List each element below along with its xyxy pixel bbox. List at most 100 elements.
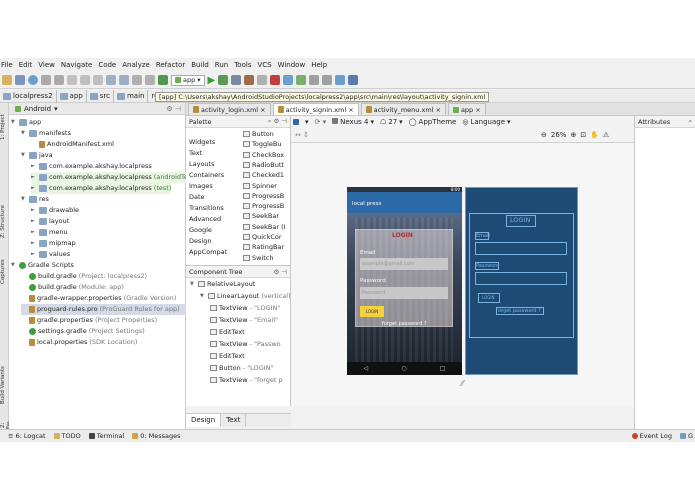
palette-category[interactable]: Layouts [189, 160, 214, 168]
resize-handle-icon[interactable]: ⁄⁄ [461, 379, 464, 388]
messages-tool-button[interactable]: 0: Messages [132, 432, 181, 440]
component-tree-node[interactable]: TextView - "LOGIN" [210, 304, 280, 312]
palette-item[interactable]: RadioButt [243, 161, 291, 169]
replace-icon[interactable] [119, 75, 129, 85]
tree-item[interactable]: ► values [31, 249, 70, 260]
captures-tool-button[interactable]: Captures [0, 253, 9, 291]
close-icon[interactable]: × [475, 106, 480, 114]
menu-refactor[interactable]: Refactor [156, 61, 185, 69]
menu-code[interactable]: Code [98, 61, 116, 69]
search-icon[interactable]: ⌕ [688, 117, 692, 126]
pan-arrows-icon[interactable]: ↔ ↕ [295, 131, 309, 139]
forgot-password-link[interactable]: forget password ? [382, 321, 427, 327]
menu-navigate[interactable]: Navigate [61, 61, 92, 69]
chevron-right-icon[interactable]: ► [31, 183, 37, 194]
undo-icon[interactable] [41, 75, 51, 85]
component-tree-node[interactable]: Button - "LOGIN" [210, 364, 274, 372]
tree-item[interactable]: ► com.example.akshay.localpress (androidTe… [31, 172, 197, 183]
palette-category[interactable]: Google [189, 226, 212, 234]
palette-item[interactable]: Button [243, 130, 291, 138]
redo-icon[interactable] [54, 75, 64, 85]
tab-activity-menu[interactable]: activity_menu.xml × [360, 103, 446, 115]
component-tree-node[interactable]: ▼ RelativeLayout [190, 280, 255, 288]
back-nav-icon[interactable]: ◁ [364, 365, 369, 372]
palette-item[interactable]: Checked1 [243, 171, 291, 179]
device-monitor-icon[interactable] [335, 75, 346, 85]
email-input[interactable]: example@gmail.com [360, 258, 448, 270]
component-tree-node[interactable]: ▼ LinearLayout (vertical) [200, 292, 291, 300]
menu-window[interactable]: Window [278, 61, 306, 69]
breadcrumb-src[interactable]: src [87, 89, 114, 103]
build-variants-tool-button[interactable]: Build Variants [0, 358, 9, 413]
tree-item[interactable]: ▼ res [21, 194, 49, 205]
tree-item[interactable]: ► drawable [31, 205, 79, 216]
menu-view[interactable]: View [38, 61, 55, 69]
tree-item[interactable]: ▼ manifests [21, 128, 71, 139]
login-button[interactable]: LOGIN [360, 306, 384, 317]
breadcrumb-project[interactable]: localpress2 [0, 89, 57, 103]
back-icon[interactable] [132, 75, 142, 85]
tree-item[interactable]: ▼ app [11, 117, 41, 128]
run-config-dropdown[interactable]: app ▾ [171, 74, 205, 86]
design-canvas[interactable]: 8:00 local press LOGIN Email example@gma… [291, 143, 634, 406]
run-icon[interactable]: ▶ [208, 75, 216, 86]
palette-item[interactable]: QuickCor [243, 233, 291, 241]
tree-item[interactable]: gradle.properties (Project Properties) [21, 315, 157, 326]
todo-tool-button[interactable]: TODO [53, 432, 81, 440]
palette-item[interactable]: ProgressB [243, 202, 291, 210]
palette-category[interactable]: Text [189, 149, 202, 157]
stop-icon[interactable] [270, 75, 281, 85]
layers-icon[interactable] [293, 119, 299, 125]
chevron-right-icon[interactable]: ► [31, 238, 37, 249]
password-input[interactable]: Password [360, 287, 448, 299]
orientation-icon[interactable]: ⟳ ▾ [315, 118, 327, 126]
tree-item[interactable]: ► com.example.akshay.localpress [31, 161, 152, 172]
tree-item[interactable]: AndroidManifest.xml [31, 139, 114, 150]
tree-item[interactable]: settings.gradle (Project Settings) [21, 326, 145, 337]
chevron-down-icon[interactable]: ▼ [200, 293, 206, 299]
forward-icon[interactable] [145, 75, 155, 85]
palette-category[interactable]: Design [189, 237, 211, 245]
gradle-console-button[interactable]: G [679, 432, 693, 440]
tab-design[interactable]: Design [186, 414, 222, 427]
structure-tool-button[interactable]: Z: Structure [0, 199, 9, 244]
palette-category[interactable]: Transitions [189, 204, 224, 212]
chevron-right-icon[interactable]: ► [31, 227, 37, 238]
help-icon[interactable] [348, 75, 359, 85]
tree-item[interactable]: proguard-rules.pro (ProGuard Rules for ap… [21, 304, 186, 315]
chevron-right-icon[interactable]: ► [31, 205, 37, 216]
sync-icon[interactable] [28, 75, 38, 85]
terminal-tool-button[interactable]: Terminal [88, 432, 124, 440]
component-tree-node[interactable]: EditText [210, 328, 245, 336]
palette-item[interactable]: Spinner [243, 182, 291, 190]
tree-item[interactable]: ► layout [31, 216, 69, 227]
api-selector[interactable]: ☖ 27 ▾ [380, 118, 403, 126]
tree-item[interactable]: gradle-wrapper.properties (Gradle Version… [21, 293, 176, 304]
menu-build[interactable]: Build [191, 61, 209, 69]
project-structure-icon[interactable] [309, 75, 320, 85]
palette-item[interactable]: RatingBar [243, 243, 291, 251]
search-icon[interactable]: ⌕ ⚙ ⊣ [268, 117, 287, 126]
palette-category[interactable]: Widgets [189, 138, 215, 146]
sdk-manager-icon[interactable] [296, 75, 307, 85]
find-icon[interactable] [106, 75, 116, 85]
project-view-selector[interactable]: Android ▾ ⚙ ⊣ [9, 103, 185, 115]
tree-item[interactable]: build.gradle (Module: app) [21, 282, 124, 293]
recents-nav-icon[interactable]: □ [440, 365, 446, 372]
palette-item[interactable]: ProgressB [243, 192, 291, 200]
apply-changes-icon[interactable] [257, 75, 268, 85]
settings-gear-icon[interactable]: ⚙ ⊣ [166, 105, 181, 113]
attach-debugger-icon[interactable] [244, 75, 255, 85]
logcat-tool-button[interactable]: ≡ 6: Logcat [8, 432, 46, 440]
tab-activity-login[interactable]: activity_login.xml × [188, 103, 271, 115]
debug-icon[interactable] [218, 75, 229, 85]
breadcrumb-app[interactable]: app [57, 89, 87, 103]
avd-manager-icon[interactable] [283, 75, 294, 85]
palette-item[interactable]: SeekBar [243, 212, 291, 220]
tab-text[interactable]: Text [221, 414, 247, 427]
palette-category[interactable]: Date [189, 193, 205, 201]
project-tool-button[interactable]: 1: Project [0, 107, 9, 147]
phone-preview[interactable]: 8:00 local press LOGIN Email example@gma… [347, 187, 462, 375]
event-log-button[interactable]: Event Log [631, 432, 672, 440]
palette-category[interactable]: Images [189, 182, 213, 190]
